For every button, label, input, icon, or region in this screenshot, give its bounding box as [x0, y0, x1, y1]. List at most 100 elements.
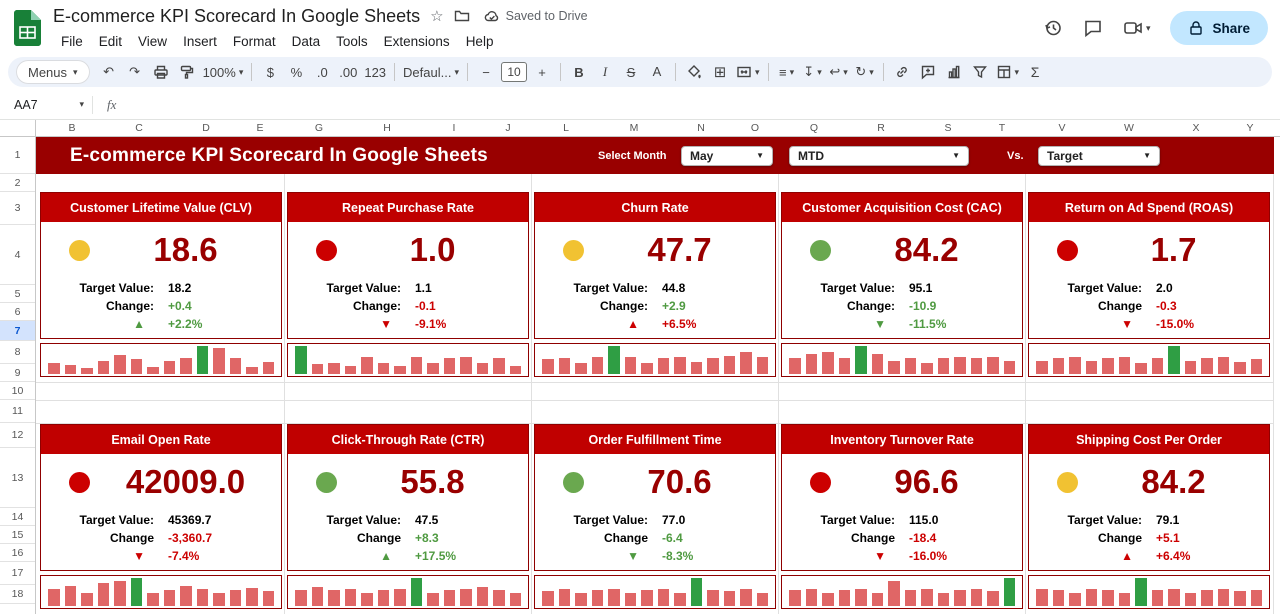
column-header-Y[interactable]: Y — [1246, 120, 1253, 137]
borders-button[interactable]: ⊞ — [707, 60, 733, 84]
insert-chart-button[interactable] — [941, 60, 967, 84]
column-header-H[interactable]: H — [383, 120, 391, 137]
row-header-15[interactable]: 15 — [0, 526, 35, 544]
month-dropdown[interactable]: May ▼ — [681, 146, 773, 166]
column-header-L[interactable]: L — [563, 120, 569, 137]
row-header-5[interactable]: 5 — [0, 285, 35, 303]
column-header-N[interactable]: N — [697, 120, 705, 137]
row-header-8[interactable]: 8 — [0, 341, 35, 364]
select-all-corner[interactable] — [0, 120, 36, 137]
compare-dropdown[interactable]: Target ▼ — [1038, 146, 1160, 166]
column-header-M[interactable]: M — [630, 120, 639, 137]
comment-history-icon[interactable] — [1083, 18, 1103, 38]
row-header-3[interactable]: 3 — [0, 192, 35, 225]
column-header-I[interactable]: I — [453, 120, 456, 137]
saved-status: Saved to Drive — [484, 8, 588, 24]
number-format-button[interactable]: 123 — [361, 60, 389, 84]
column-header-S[interactable]: S — [944, 120, 951, 137]
merge-cells-button[interactable]: ▾ — [733, 60, 763, 84]
menu-help[interactable]: Help — [458, 32, 502, 51]
menu-edit[interactable]: Edit — [91, 32, 130, 51]
google-sheets-logo[interactable] — [14, 10, 41, 46]
strikethrough-button[interactable]: S — [618, 60, 644, 84]
column-header-X[interactable]: X — [1192, 120, 1199, 137]
sparkline-bar — [131, 578, 143, 606]
horizontal-align-button[interactable]: ≡▾ — [774, 60, 800, 84]
row-header-11[interactable]: 11 — [0, 400, 35, 423]
vertical-align-button[interactable]: ↧▾ — [800, 60, 826, 84]
zoom-select[interactable]: 100%▾ — [200, 60, 247, 84]
sparkline-bar — [740, 352, 752, 374]
increase-decimal-button[interactable]: .00 — [335, 60, 361, 84]
document-title[interactable]: E-commerce KPI Scorecard In Google Sheet… — [53, 6, 420, 27]
star-icon[interactable]: ☆ — [430, 7, 443, 25]
cell-reference-box[interactable]: AA7 ▾ — [0, 98, 92, 112]
fill-color-button[interactable] — [681, 60, 707, 84]
column-header-T[interactable]: T — [999, 120, 1005, 137]
column-header-W[interactable]: W — [1124, 120, 1134, 137]
row-header-16[interactable]: 16 — [0, 544, 35, 562]
menu-format[interactable]: Format — [225, 32, 284, 51]
paint-format-button[interactable] — [174, 60, 200, 84]
insert-link-button[interactable] — [889, 60, 915, 84]
menu-extensions[interactable]: Extensions — [376, 32, 458, 51]
text-rotation-button[interactable]: ↻▾ — [852, 60, 878, 84]
italic-button[interactable]: I — [592, 60, 618, 84]
create-filter-button[interactable] — [967, 60, 993, 84]
row-header-9[interactable]: 9 — [0, 364, 35, 382]
font-select[interactable]: Defaul...▾ — [400, 60, 462, 84]
row-headers[interactable]: 123456789101112131415161718 — [0, 120, 36, 614]
column-header-J[interactable]: J — [505, 120, 510, 137]
insert-comment-button[interactable] — [915, 60, 941, 84]
column-headers[interactable]: BCDEGHIJLMNOQRSTVWXY — [36, 120, 1280, 137]
row-header-6[interactable]: 6 — [0, 303, 35, 321]
format-currency-button[interactable]: $ — [257, 60, 283, 84]
sparkline-bar — [971, 589, 983, 606]
row-header-4[interactable]: 4 — [0, 225, 35, 285]
row-header-1[interactable]: 1 — [0, 137, 35, 174]
row-header-17[interactable]: 17 — [0, 562, 35, 585]
column-header-V[interactable]: V — [1058, 120, 1065, 137]
menu-view[interactable]: View — [130, 32, 175, 51]
column-header-G[interactable]: G — [315, 120, 323, 137]
decrease-font-size-button[interactable]: − — [473, 60, 499, 84]
column-header-B[interactable]: B — [68, 120, 75, 137]
increase-font-size-button[interactable]: + — [529, 60, 555, 84]
version-history-icon[interactable] — [1043, 18, 1063, 38]
menu-data[interactable]: Data — [284, 32, 329, 51]
bold-button[interactable]: B — [566, 60, 592, 84]
meet-button[interactable]: ▾ — [1123, 18, 1151, 38]
column-header-Q[interactable]: Q — [810, 120, 818, 137]
undo-button[interactable]: ↶ — [96, 60, 122, 84]
column-header-E[interactable]: E — [256, 120, 263, 137]
table-views-button[interactable]: ▾ — [993, 60, 1023, 84]
decrease-decimal-button[interactable]: .0 — [309, 60, 335, 84]
move-folder-icon[interactable] — [454, 8, 470, 24]
print-button[interactable] — [148, 60, 174, 84]
row-header-13[interactable]: 13 — [0, 448, 35, 508]
font-size-input[interactable]: 10 — [501, 62, 527, 82]
row-header-12[interactable]: 12 — [0, 423, 35, 448]
format-percent-button[interactable]: % — [283, 60, 309, 84]
column-header-O[interactable]: O — [751, 120, 759, 137]
row-header-14[interactable]: 14 — [0, 508, 35, 526]
target-value: 95.1 — [902, 279, 1022, 297]
column-header-R[interactable]: R — [877, 120, 885, 137]
row-header-2[interactable]: 2 — [0, 174, 35, 192]
redo-button[interactable]: ↷ — [122, 60, 148, 84]
menu-file[interactable]: File — [53, 32, 91, 51]
functions-button[interactable]: Σ — [1022, 60, 1048, 84]
column-header-D[interactable]: D — [202, 120, 210, 137]
menu-tools[interactable]: Tools — [328, 32, 376, 51]
text-color-button[interactable]: A — [644, 60, 670, 84]
text-wrap-button[interactable]: ↩▾ — [826, 60, 852, 84]
period-dropdown[interactable]: MTD ▼ — [789, 146, 969, 166]
row-header-7[interactable]: 7 — [0, 321, 35, 341]
row-header-18[interactable]: 18 — [0, 585, 35, 604]
share-button[interactable]: Share — [1170, 11, 1268, 45]
menus-button[interactable]: Menus ▾ — [16, 60, 90, 84]
row-header-10[interactable]: 10 — [0, 382, 35, 400]
menu-insert[interactable]: Insert — [175, 32, 225, 51]
filter-icon — [972, 64, 988, 80]
column-header-C[interactable]: C — [135, 120, 143, 137]
